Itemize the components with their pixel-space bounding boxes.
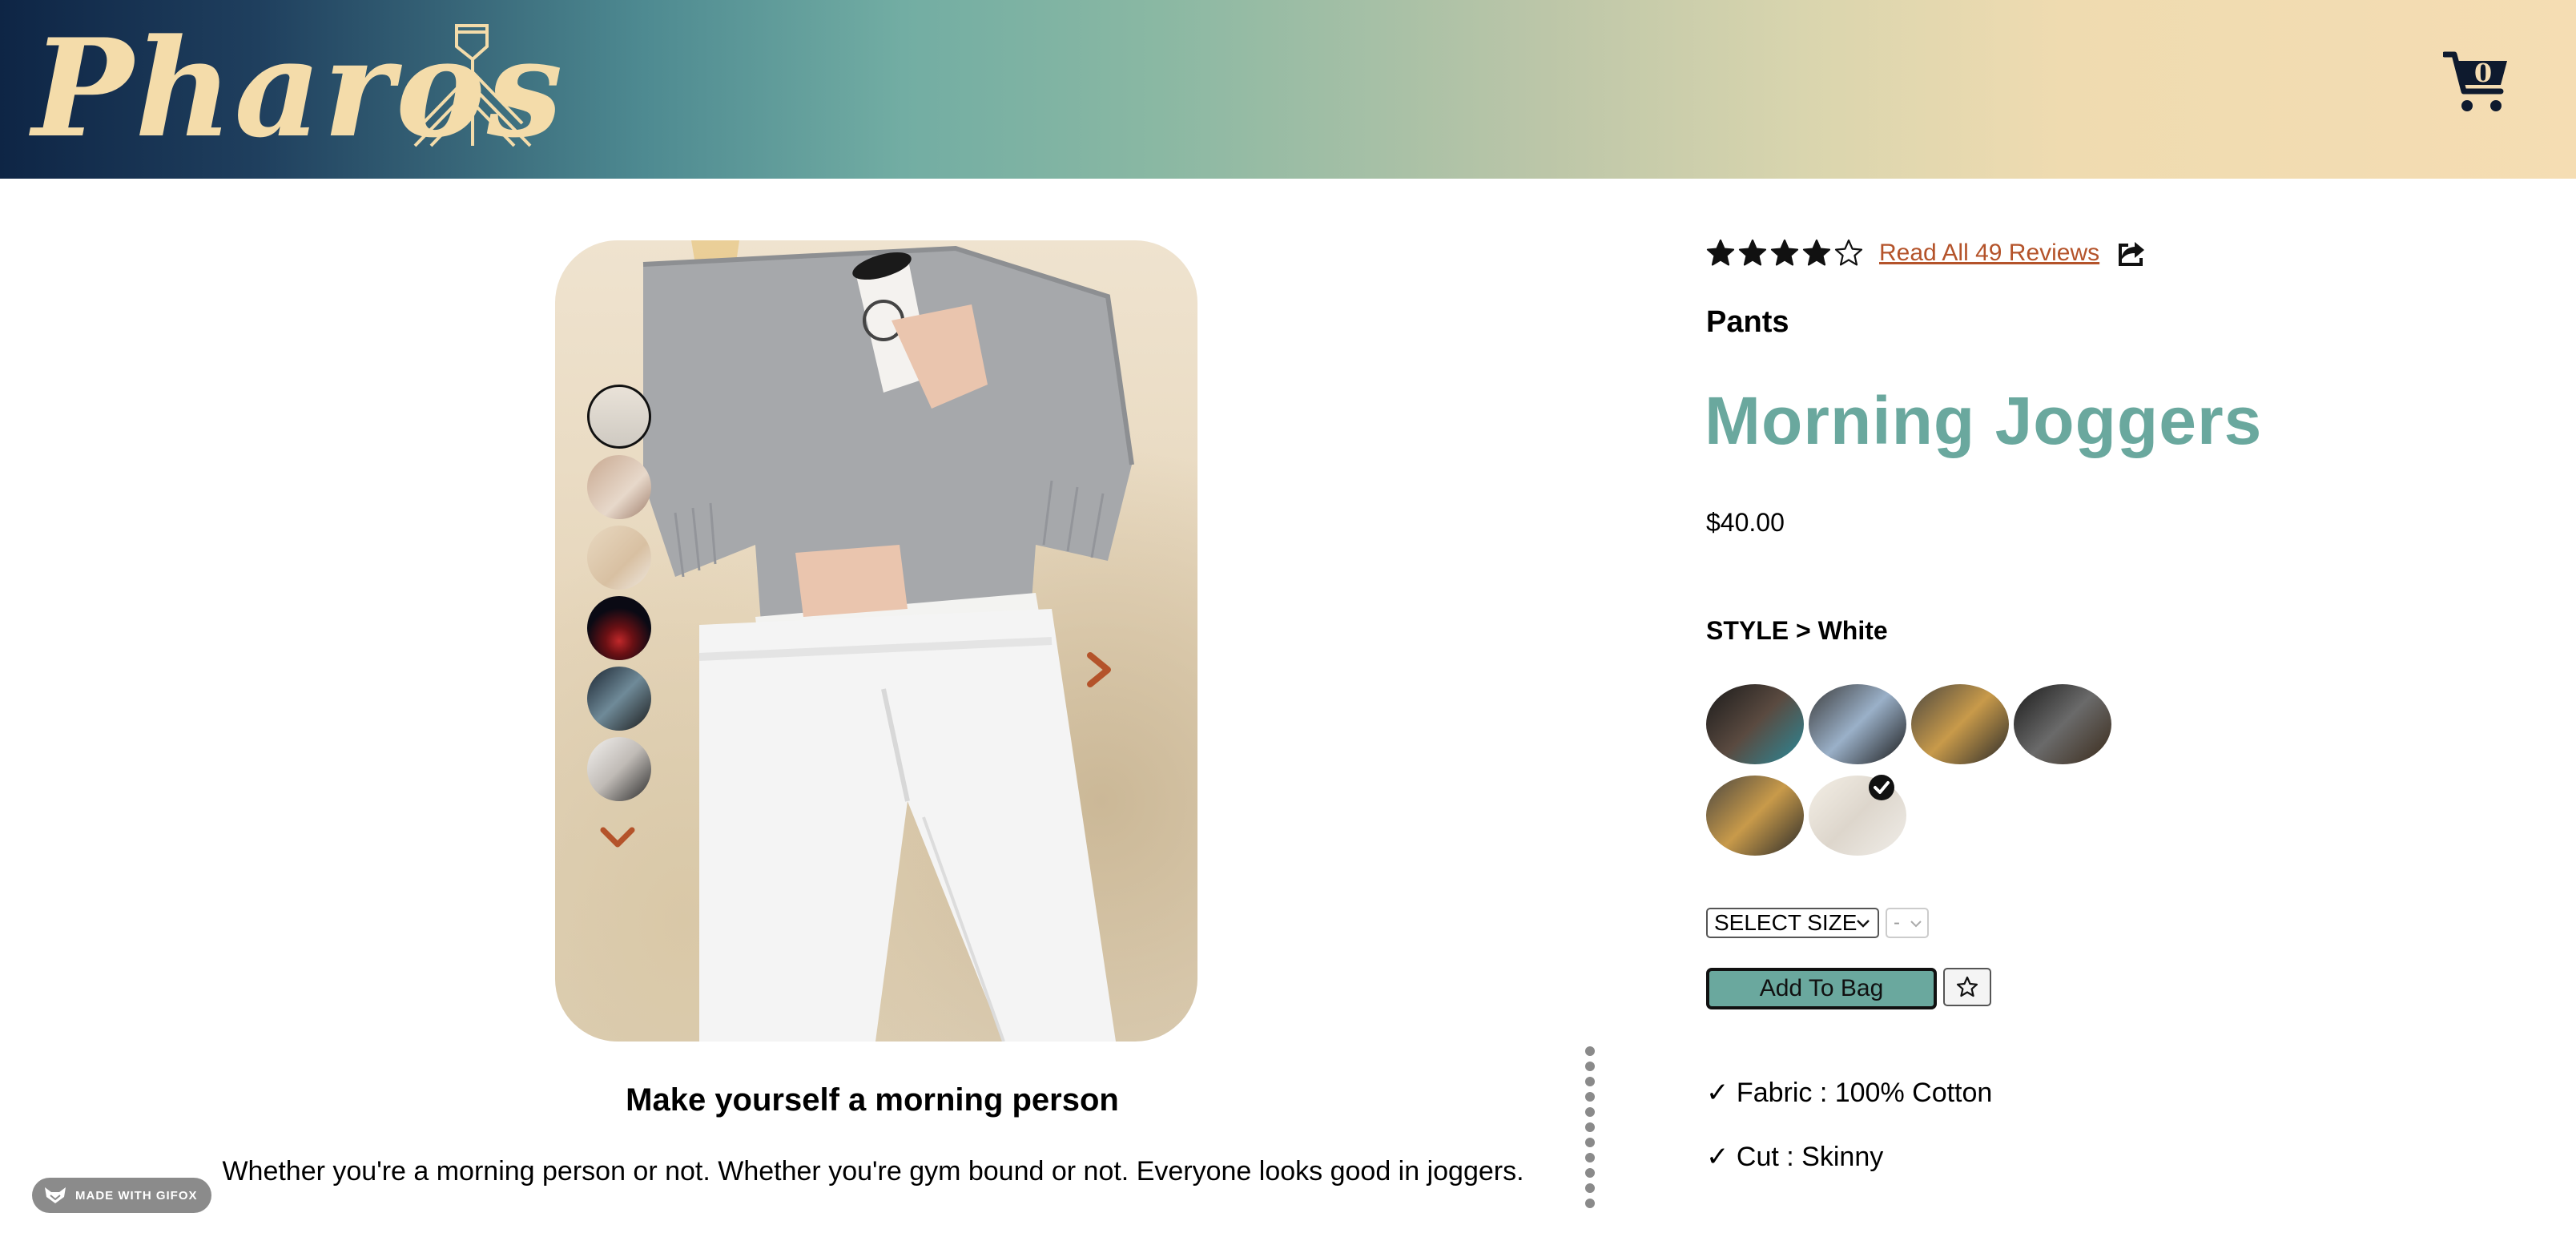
drag-handle[interactable] — [1583, 1046, 1597, 1221]
style-swatch-5[interactable] — [1706, 776, 1804, 856]
selected-check-icon — [1869, 775, 1894, 800]
site-header: Pharos 0 — [0, 0, 2576, 179]
add-to-bag-button[interactable]: Add To Bag — [1706, 968, 1937, 1009]
product-image-gallery[interactable] — [555, 240, 1197, 1042]
quantity-select[interactable]: - — [1886, 908, 1929, 938]
star-filled-icon — [1770, 239, 1799, 266]
drag-dot — [1585, 1046, 1595, 1056]
drag-dot — [1585, 1168, 1595, 1178]
feature-cut: ✓ Cut : Skinny — [1706, 1142, 1884, 1172]
drag-dot — [1585, 1122, 1595, 1132]
star-rating — [1706, 239, 1863, 268]
rating-row: Read All 49 Reviews — [1706, 237, 2147, 269]
gifox-badge[interactable]: MADE WITH GIFOX — [32, 1178, 211, 1213]
thumbnail-4[interactable] — [587, 596, 651, 660]
star-outline-icon — [1956, 976, 1978, 997]
style-label: STYLE > White — [1706, 616, 1888, 645]
star-filled-icon — [1706, 239, 1735, 266]
badge-text: MADE WITH GIFOX — [75, 1188, 198, 1203]
style-swatch-2[interactable] — [1809, 684, 1906, 764]
drag-dot — [1585, 1199, 1595, 1208]
drag-dot — [1585, 1183, 1595, 1193]
thumbnail-5[interactable] — [587, 667, 651, 731]
drag-dot — [1585, 1107, 1595, 1117]
star-empty-icon — [1834, 239, 1863, 266]
product-title: Morning Joggers — [1705, 383, 2263, 458]
share-icon[interactable] — [2117, 239, 2147, 268]
thumbnail-3[interactable] — [587, 526, 651, 590]
description-body: Whether you're a morning person or not. … — [222, 1156, 1524, 1187]
description-title: Make yourself a morning person — [626, 1082, 1119, 1118]
shopping-cart-icon[interactable]: 0 — [2443, 50, 2510, 114]
chevron-down-icon — [1910, 921, 1922, 928]
style-swatch-4[interactable] — [2014, 684, 2111, 764]
star-filled-icon — [1802, 239, 1831, 266]
thumbnail-strip — [587, 385, 654, 808]
size-select-value: SELECT SIZE — [1714, 910, 1858, 935]
feature-fabric: ✓ Fabric : 100% Cotton — [1706, 1078, 1993, 1108]
cart-count: 0 — [2474, 58, 2492, 88]
lighthouse-logo-icon[interactable] — [407, 22, 538, 151]
favorite-button[interactable] — [1943, 968, 1991, 1006]
style-swatch-1[interactable] — [1706, 684, 1804, 764]
thumbnail-6[interactable] — [587, 737, 651, 801]
next-image-arrow-icon[interactable] — [1085, 651, 1114, 689]
read-reviews-link[interactable]: Read All 49 Reviews — [1879, 240, 2099, 267]
chevron-down-icon — [1857, 920, 1870, 928]
product-category: Pants — [1706, 305, 1789, 339]
product-price: $40.00 — [1706, 508, 1785, 537]
drag-dot — [1585, 1062, 1595, 1071]
thumbnails-down-arrow-icon[interactable] — [600, 825, 635, 849]
star-filled-icon — [1738, 239, 1767, 266]
fox-logo-icon — [45, 1187, 66, 1203]
thumbnail-1[interactable] — [587, 385, 651, 449]
drag-dot — [1585, 1138, 1595, 1147]
thumbnail-2[interactable] — [587, 455, 651, 519]
drag-dot — [1585, 1092, 1595, 1102]
style-swatch-3[interactable] — [1911, 684, 2009, 764]
drag-dot — [1585, 1153, 1595, 1162]
quantity-select-value: - — [1894, 912, 1900, 933]
size-select[interactable]: SELECT SIZE — [1706, 908, 1879, 938]
drag-dot — [1585, 1077, 1595, 1086]
